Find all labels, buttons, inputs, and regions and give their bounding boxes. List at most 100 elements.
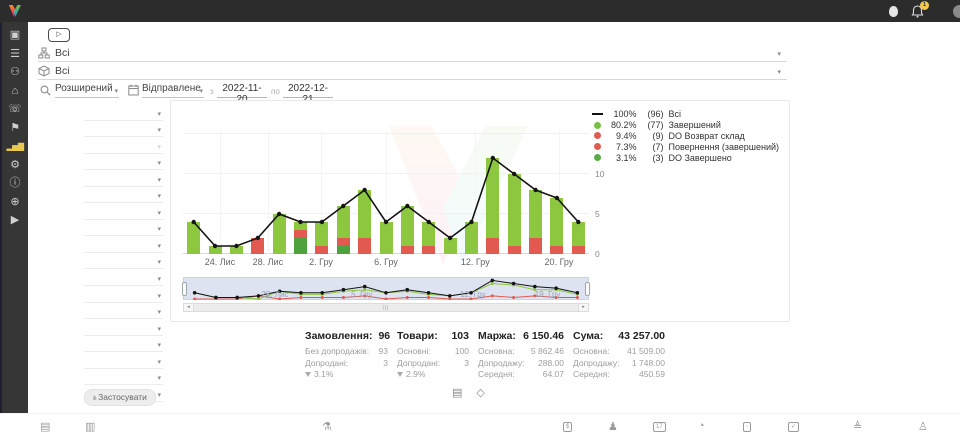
video-help-button[interactable]: ▷ bbox=[48, 28, 70, 42]
legend-item[interactable]: 9.4%(9)DO Возврат склад bbox=[590, 131, 779, 142]
filter-select-13[interactable]: ▾ bbox=[84, 303, 163, 320]
navigator-label: 12. Гру bbox=[460, 290, 486, 299]
filter-product-select[interactable]: Всі ▾ bbox=[38, 64, 787, 80]
filter-campaign-select[interactable]: Всі ▾ bbox=[38, 46, 787, 62]
filter-select-6[interactable]: ▾ bbox=[84, 187, 163, 204]
x-axis-label: 28. Лис bbox=[253, 257, 283, 267]
user-avatar-icon[interactable] bbox=[889, 6, 898, 17]
date-to-input[interactable]: 2022-12-21 bbox=[283, 83, 333, 98]
integrations-icon[interactable]: ⊕ bbox=[7, 196, 24, 209]
filter-select-2[interactable]: ▾ bbox=[84, 121, 163, 138]
legend-pct: 80.2% bbox=[605, 120, 636, 130]
id-list-icon[interactable]: ▥ bbox=[85, 420, 95, 433]
funnel-icon bbox=[305, 372, 311, 377]
gift-person-icon[interactable]: ♟ bbox=[608, 420, 618, 433]
walking-person-icon[interactable]: ♙ bbox=[918, 420, 928, 433]
calendar-drop-icon[interactable]: ◦ bbox=[743, 422, 751, 432]
chart-filter-icon[interactable]: ≜ bbox=[853, 420, 862, 433]
filter-select-15[interactable]: ▾ bbox=[84, 336, 163, 353]
scroll-right-button[interactable]: ▸ bbox=[578, 304, 588, 311]
navigator-label: 5. Гру bbox=[351, 290, 372, 299]
scrollbar-grip[interactable]: ||| bbox=[380, 305, 392, 311]
chart-navigator[interactable]: 28. Лис5. Гру12. Гру19. Гру bbox=[183, 277, 589, 300]
stat-row: Середня:64.07 bbox=[478, 369, 564, 381]
campaigns-icon[interactable]: ⚑ bbox=[7, 122, 24, 135]
ttn-list-icon[interactable]: ▤ bbox=[40, 420, 50, 433]
stat-column: Товари:103Основні:100Допродані:32.9% bbox=[397, 330, 469, 381]
settings-sliders-icon[interactable]: ⚙ bbox=[7, 159, 24, 172]
filter-select-10[interactable]: ▾ bbox=[84, 253, 163, 270]
orders-list-icon[interactable]: ☰ bbox=[7, 48, 24, 61]
mini-chart-icon: ılı bbox=[93, 396, 96, 402]
filter-select-14[interactable]: ▾ bbox=[84, 319, 163, 336]
date-from-input[interactable]: 2022-11-20 bbox=[217, 83, 267, 98]
total-line-series bbox=[183, 130, 589, 254]
brand-logo-icon[interactable] bbox=[7, 3, 23, 19]
call-center-icon[interactable]: ☏ bbox=[7, 103, 24, 116]
legend-item[interactable]: 7.3%(7)Повернення (завершений) bbox=[590, 141, 779, 152]
filter-select-7[interactable]: ▾ bbox=[84, 203, 163, 220]
legend-item[interactable]: 80.2%(77)Завершений bbox=[590, 120, 779, 131]
dashboard-card-icon[interactable]: ▣ bbox=[7, 29, 24, 42]
filter-select-3[interactable]: ▾ bbox=[84, 137, 163, 154]
apply-button[interactable]: ılıЗастосувати bbox=[84, 389, 156, 406]
date-type-value: Відправлене bbox=[142, 83, 201, 94]
chart-scrollbar[interactable]: ◂ ▸ ||| bbox=[183, 303, 589, 312]
navigator-label: 28. Лис bbox=[261, 290, 288, 299]
filter-select-11[interactable]: ▾ bbox=[84, 269, 163, 286]
calendar-date-icon[interactable]: 17 bbox=[653, 422, 666, 432]
profile-menu-icon[interactable] bbox=[953, 5, 960, 18]
chevron-down-icon: ▾ bbox=[157, 258, 161, 266]
notification-count-badge: 1 bbox=[920, 1, 929, 10]
legend-count: (3) bbox=[636, 153, 663, 163]
navigator-handle-right[interactable] bbox=[585, 282, 590, 296]
scroll-left-button[interactable]: ◂ bbox=[184, 304, 194, 311]
legend-count: (9) bbox=[636, 131, 663, 141]
stat-title: Товари:103 bbox=[397, 330, 469, 342]
chevron-down-icon: ▾ bbox=[777, 50, 781, 58]
chevron-down-icon: ▾ bbox=[114, 87, 118, 95]
details-list-icon[interactable]: ▤ bbox=[452, 386, 462, 399]
filter-select-9[interactable]: ▾ bbox=[84, 236, 163, 253]
calendar-check-icon[interactable]: ✓ bbox=[788, 422, 799, 432]
date-from-label: з bbox=[210, 87, 214, 96]
stat-column: Сума:43 257.00Основна:41 509.00Допродажу… bbox=[573, 330, 665, 381]
legend-count: (77) bbox=[636, 120, 663, 130]
stat-row: Основна:5 862.46 bbox=[478, 346, 564, 358]
filter-select-4[interactable]: ▾ bbox=[84, 154, 163, 171]
sidebar-nav: ▣ ☰ ⚇ ⌂ ☏ ⚑ ▂▅▇ ⚙ ⓘ ⊕ ▶ bbox=[0, 22, 28, 440]
stopwatch-icon[interactable]: ◔ bbox=[698, 420, 705, 432]
package-view-icon[interactable]: ◇ bbox=[476, 386, 484, 399]
x-axis-label: 12. Гру bbox=[461, 257, 490, 267]
money-icon[interactable]: $ bbox=[563, 422, 572, 432]
legend-label: DO Возврат склад bbox=[668, 131, 744, 141]
stat-row: Середня:450.59 bbox=[573, 369, 665, 381]
chevron-down-icon: ▾ bbox=[157, 225, 161, 233]
search-mode-select[interactable]: Розширений ▾ bbox=[55, 83, 119, 98]
analytics-icon[interactable]: ▂▅▇ bbox=[7, 140, 24, 153]
info-icon[interactable]: ⓘ bbox=[7, 177, 24, 190]
legend-item[interactable]: 100%(96)Всі bbox=[590, 109, 779, 120]
legend-count: (7) bbox=[636, 142, 663, 152]
legend-pct: 7.3% bbox=[605, 142, 636, 152]
stat-row: Допродані:3 bbox=[305, 358, 388, 370]
legend-item[interactable]: 3.1%(3)DO Завершено bbox=[590, 152, 779, 163]
filter-select-17[interactable]: ▾ bbox=[84, 369, 163, 386]
navigator-handle-left[interactable] bbox=[182, 282, 187, 296]
warehouse-icon[interactable]: ⌂ bbox=[7, 85, 24, 98]
flask-icon[interactable]: ⚗ bbox=[322, 420, 332, 433]
chevron-down-icon: ▾ bbox=[157, 275, 161, 283]
chevron-down-icon: ▾ bbox=[157, 358, 161, 366]
stat-row: Допродані:3 bbox=[397, 358, 469, 370]
stat-row: Основна:41 509.00 bbox=[573, 346, 665, 358]
filter-select-1[interactable]: ▾ bbox=[84, 104, 163, 121]
legend-line-swatch bbox=[590, 113, 605, 115]
filter-select-5[interactable]: ▾ bbox=[84, 170, 163, 187]
filter-select-12[interactable]: ▾ bbox=[84, 286, 163, 303]
date-type-select[interactable]: Відправлене ▾ bbox=[142, 83, 204, 98]
users-icon[interactable]: ⚇ bbox=[7, 66, 24, 79]
video-tutorials-icon[interactable]: ▶ bbox=[7, 214, 24, 227]
filter-select-16[interactable]: ▾ bbox=[84, 352, 163, 369]
filter-panel: ▾▾▾▾▾▾▾▾▾▾▾▾▾▾▾▾▾▾ bbox=[84, 104, 163, 402]
filter-select-8[interactable]: ▾ bbox=[84, 220, 163, 237]
